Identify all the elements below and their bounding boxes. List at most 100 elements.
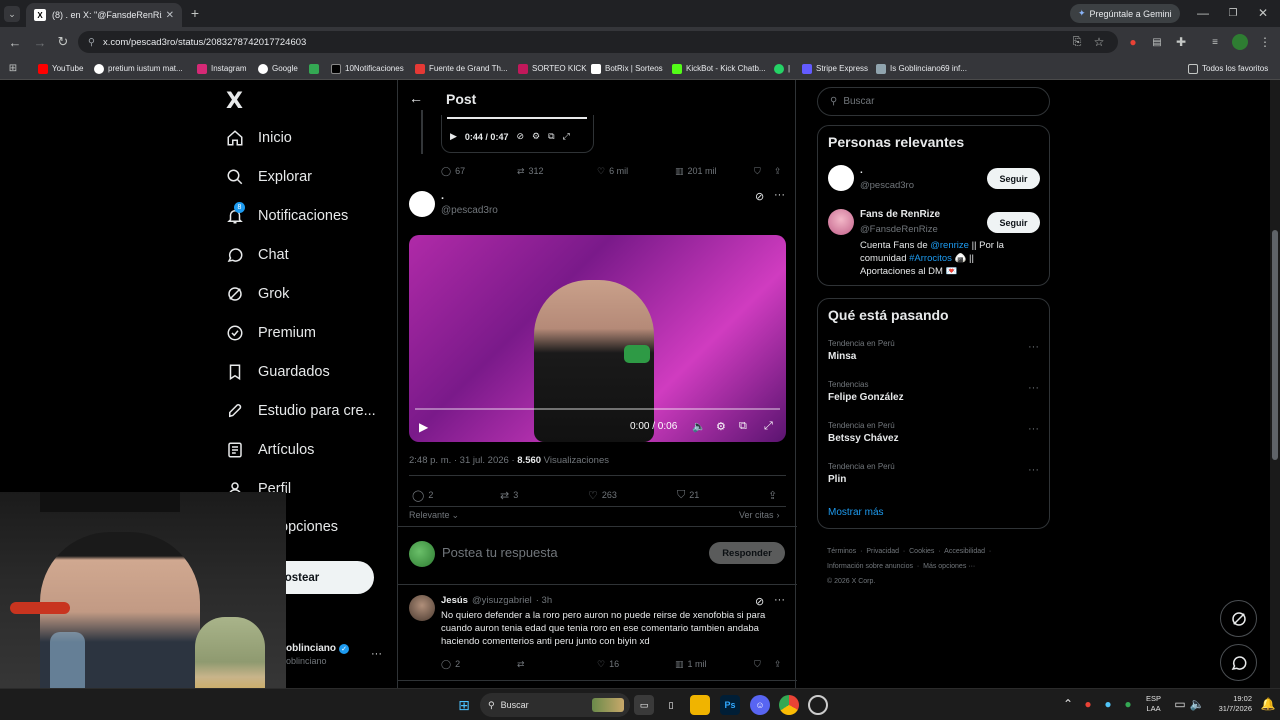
extensions-puzzle-icon[interactable]: ✚ xyxy=(1174,35,1188,49)
follow-button[interactable]: Seguir xyxy=(987,168,1040,189)
trend-more-icon[interactable]: ··· xyxy=(1028,423,1039,435)
chat-floating-button[interactable] xyxy=(1220,644,1257,681)
repost-button[interactable]: ⇄ 3 xyxy=(500,489,518,502)
video-fullscreen-icon[interactable]: ⤢ xyxy=(764,420,773,433)
x-logo[interactable]: X xyxy=(226,89,243,114)
trend-more-icon[interactable]: ··· xyxy=(1028,382,1039,394)
file-app-icon[interactable]: ▯ xyxy=(661,695,681,715)
file-explorer-icon[interactable] xyxy=(690,695,710,715)
bookmark-button[interactable]: ⛉ xyxy=(754,166,761,177)
nav-home[interactable]: Inicio xyxy=(226,129,292,147)
show-more-link[interactable]: Mostrar más xyxy=(828,507,884,518)
reply-avatar[interactable] xyxy=(409,595,435,621)
discord-icon[interactable]: ☺ xyxy=(750,695,770,715)
trend-item[interactable]: Tendencia en Perú Minsa xyxy=(828,339,895,362)
back-arrow-icon[interactable]: ← xyxy=(409,90,423,106)
footer-link[interactable]: Accesibilidad xyxy=(944,548,985,555)
new-tab-icon[interactable]: + xyxy=(188,5,202,21)
footer-link[interactable]: Cookies xyxy=(909,548,934,555)
reply-input[interactable]: Postea tu respuesta xyxy=(442,545,558,560)
reply-button[interactable]: ◯ 67 xyxy=(441,166,465,177)
minimize-icon[interactable]: — xyxy=(1196,6,1210,20)
tray-chevron-icon[interactable]: ⌃ xyxy=(1062,697,1074,711)
bookmark-kickbot[interactable]: KickBot - Kick Chatb... xyxy=(672,61,766,76)
video-play-icon[interactable]: ▶ xyxy=(419,420,428,434)
bookmark-star-icon[interactable]: ☆ xyxy=(1092,35,1106,49)
volume-icon[interactable]: 🔈 xyxy=(1190,697,1205,711)
nav-creator-studio[interactable]: Estudio para cre... xyxy=(226,402,376,420)
avatar[interactable] xyxy=(409,191,435,217)
network-icon[interactable]: ▭ xyxy=(1174,697,1186,711)
nav-chat[interactable]: Chat xyxy=(226,246,289,264)
sort-replies-button[interactable]: Relevante ⌄ xyxy=(409,510,459,521)
video-progress[interactable] xyxy=(415,408,780,410)
reply-grok-icon[interactable]: ⊘ xyxy=(755,595,764,608)
author-handle[interactable]: @pescad3ro xyxy=(441,205,498,216)
address-bar[interactable]: ⚲ x.com/pescad3ro/status/208327874201772… xyxy=(78,31,1118,53)
tab-search-icon[interactable]: ⌄ xyxy=(4,6,20,22)
person-name[interactable]: Fans de RenRize xyxy=(860,209,940,220)
footer-link[interactable]: Más opciones ··· xyxy=(923,563,975,570)
follow-button[interactable]: Seguir xyxy=(987,212,1040,233)
chrome-menu-icon[interactable]: ⋮ xyxy=(1258,35,1272,49)
footer-link[interactable]: Términos xyxy=(827,548,856,555)
taskbar-search[interactable]: ⚲ Buscar xyxy=(480,693,630,717)
mute-icon[interactable]: ⊘ xyxy=(516,131,524,142)
like-button[interactable]: ♡ 6 mil xyxy=(597,166,628,177)
reply-button[interactable]: ◯ 2 xyxy=(441,659,460,670)
grok-explain-icon[interactable]: ⊘ xyxy=(755,190,764,203)
reload-icon[interactable]: ↻ xyxy=(56,34,70,49)
settings-icon[interactable]: ⚙ xyxy=(532,131,540,142)
nav-premium[interactable]: Premium xyxy=(226,324,316,342)
repost-button[interactable]: ⇄ 312 xyxy=(517,166,544,177)
video-settings-icon[interactable]: ⚙ xyxy=(716,420,726,433)
person-handle[interactable]: @FansdeRenRize xyxy=(860,224,938,235)
site-info-icon[interactable]: ⚲ xyxy=(88,37,95,48)
trend-more-icon[interactable]: ··· xyxy=(1028,464,1039,476)
bookmark-10notificaciones[interactable]: 10Notificaciones xyxy=(331,61,404,76)
nav-bookmarks[interactable]: Guardados xyxy=(226,363,330,381)
bookmark-youtube[interactable]: YouTube xyxy=(38,61,83,76)
notifications-bell-icon[interactable]: 🔔 xyxy=(1261,697,1276,711)
bookmark-button[interactable]: ⛉ 21 xyxy=(677,489,699,502)
bookmark-google[interactable]: Google xyxy=(258,61,298,76)
reading-list-icon[interactable]: ≡ xyxy=(1208,35,1222,49)
browser-tab-active[interactable]: X (8) . en X: "@FansdeRenRize ht ✕ xyxy=(26,3,182,27)
bookmark-grand-theft[interactable]: Fuente de Grand Th... xyxy=(415,61,508,76)
search-input[interactable]: ⚲ Buscar xyxy=(817,87,1050,116)
bookmark-goblinciano[interactable]: Is Goblinciano69 inf... xyxy=(876,61,967,76)
reply-button[interactable]: ◯ 2 xyxy=(412,489,433,502)
nav-articles[interactable]: Artículos xyxy=(226,441,314,459)
video-pip-icon[interactable]: ⧉ xyxy=(739,420,747,433)
tray-app-icon[interactable]: ● xyxy=(1082,697,1094,711)
person-avatar[interactable] xyxy=(828,165,854,191)
pip-icon[interactable]: ⧉ xyxy=(548,131,554,142)
bookmark-stripe[interactable]: Stripe Express xyxy=(802,61,868,76)
trend-item[interactable]: Tendencia en Perú Plin xyxy=(828,462,895,485)
bookmark-instagram[interactable]: Instagram xyxy=(197,61,247,76)
reply-submit-button[interactable]: Responder xyxy=(709,542,785,564)
views-button[interactable]: ▥ 1 mil xyxy=(675,659,707,670)
like-button[interactable]: ♡ 16 xyxy=(597,659,619,670)
footer-link[interactable]: Información sobre anuncios xyxy=(827,563,913,570)
start-button-icon[interactable]: ⊞ xyxy=(454,695,474,715)
bookmark-pretium[interactable]: pretium iustum mat... xyxy=(94,61,183,76)
audio-progress[interactable] xyxy=(447,117,587,119)
all-bookmarks[interactable]: Todos los favoritos xyxy=(1188,61,1268,76)
person-name[interactable]: . xyxy=(860,165,863,176)
bookmark-whatsapp[interactable]: | xyxy=(774,61,790,76)
audio-player[interactable]: ▶ 0:44 / 0:47 ⊘ ⚙ ⧉ ⤢ xyxy=(441,115,594,153)
person-avatar[interactable] xyxy=(828,209,854,235)
author-name[interactable]: . xyxy=(441,190,444,202)
share-button[interactable]: ⇪ xyxy=(768,489,777,502)
nav-notifications[interactable]: 8 Notificaciones xyxy=(226,202,348,225)
extension-icon[interactable]: ▤ xyxy=(1150,35,1164,49)
fullscreen-icon[interactable]: ⤢ xyxy=(563,131,570,142)
trend-item[interactable]: Tendencias Felipe González xyxy=(828,380,904,403)
views-button[interactable]: ▥ 201 mil xyxy=(675,166,717,177)
grok-floating-button[interactable] xyxy=(1220,600,1257,637)
app-icon[interactable] xyxy=(808,695,828,715)
close-window-icon[interactable]: ✕ xyxy=(1256,6,1270,20)
gemini-button[interactable]: ✦ Pregúntale a Gemini xyxy=(1070,4,1180,23)
reply-author-handle[interactable]: @yisuzgabriel xyxy=(472,595,532,606)
